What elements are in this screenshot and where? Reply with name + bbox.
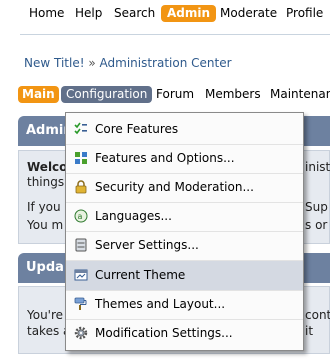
top-menu-help[interactable]: Help [75,5,102,22]
menu-item-label: Current Theme [95,268,186,282]
intro-text-right: s or [305,218,328,232]
intro-text-right: Sup [305,200,328,214]
menu-item-server-settings[interactable]: Server Settings... [66,231,303,260]
core-features-icon [74,122,88,136]
top-menu-admin[interactable]: Admin [161,5,217,22]
sub-menu-members[interactable]: Members [205,86,261,103]
intro-text-right: inist [305,160,330,174]
sub-menu-main[interactable]: Main [18,86,59,103]
welcome-text: Welco [27,160,68,174]
breadcrumb-separator: » [88,56,96,70]
server-icon [74,238,88,252]
svg-text:a: a [78,212,83,221]
configuration-dropdown: Core Features Features and Options... Se… [65,112,304,351]
theme-icon [74,268,88,282]
menu-item-label: Server Settings... [95,238,199,252]
updates-text-right: conta [305,308,330,322]
updates-text-line: You're [27,308,64,322]
menu-item-themes-layout[interactable]: Themes and Layout... [66,290,303,319]
menu-item-modification-settings[interactable]: Modification Settings... [66,319,303,348]
sub-menu-maintenance[interactable]: Maintenanc [270,86,330,103]
menu-item-label: Security and Moderation... [95,180,254,194]
gear-icon [74,326,88,340]
admin-sub-menu: Main Configuration Forum Members Mainten… [0,84,330,104]
menu-item-security-moderation[interactable]: Security and Moderation... [66,173,303,202]
top-menu-profile[interactable]: Profile [286,5,323,22]
intro-text-line: things [27,175,65,189]
menu-item-label: Themes and Layout... [95,297,226,311]
top-menu: Home Help Search Admin Moderate Profile [0,0,330,26]
admin-panel-title: Admir [26,123,70,138]
menu-item-label: Modification Settings... [95,326,233,340]
sub-menu-forum[interactable]: Forum [156,86,194,103]
menu-item-languages[interactable]: a Languages... [66,202,303,231]
sub-menu-configuration[interactable]: Configuration [61,86,153,103]
breadcrumb-link-admin-center[interactable]: Administration Center [100,56,232,70]
top-menu-search[interactable]: Search [114,5,155,22]
lock-icon [74,180,88,194]
menu-item-core-features[interactable]: Core Features [66,115,303,144]
menu-item-label: Features and Options... [95,151,235,165]
breadcrumb-link-home[interactable]: New Title! [24,56,85,70]
updates-panel-title: Upda [26,260,64,275]
top-menu-divider [20,34,330,35]
menu-item-features-options[interactable]: Features and Options... [66,144,303,173]
menu-item-label: Languages... [95,209,172,223]
top-menu-moderate[interactable]: Moderate [220,5,277,22]
features-grid-icon [74,151,88,165]
menu-item-current-theme[interactable]: Current Theme [66,261,303,290]
intro-text-line: If you [27,200,61,214]
top-menu-home[interactable]: Home [29,5,64,22]
updates-text-right: it [305,324,314,338]
breadcrumb: New Title! » Administration Center [24,56,232,70]
updates-text-line: takes a [27,324,71,338]
menu-item-label: Core Features [95,122,179,136]
intro-text-line: You m [27,218,64,232]
languages-icon: a [74,209,88,223]
paint-icon [74,297,88,311]
